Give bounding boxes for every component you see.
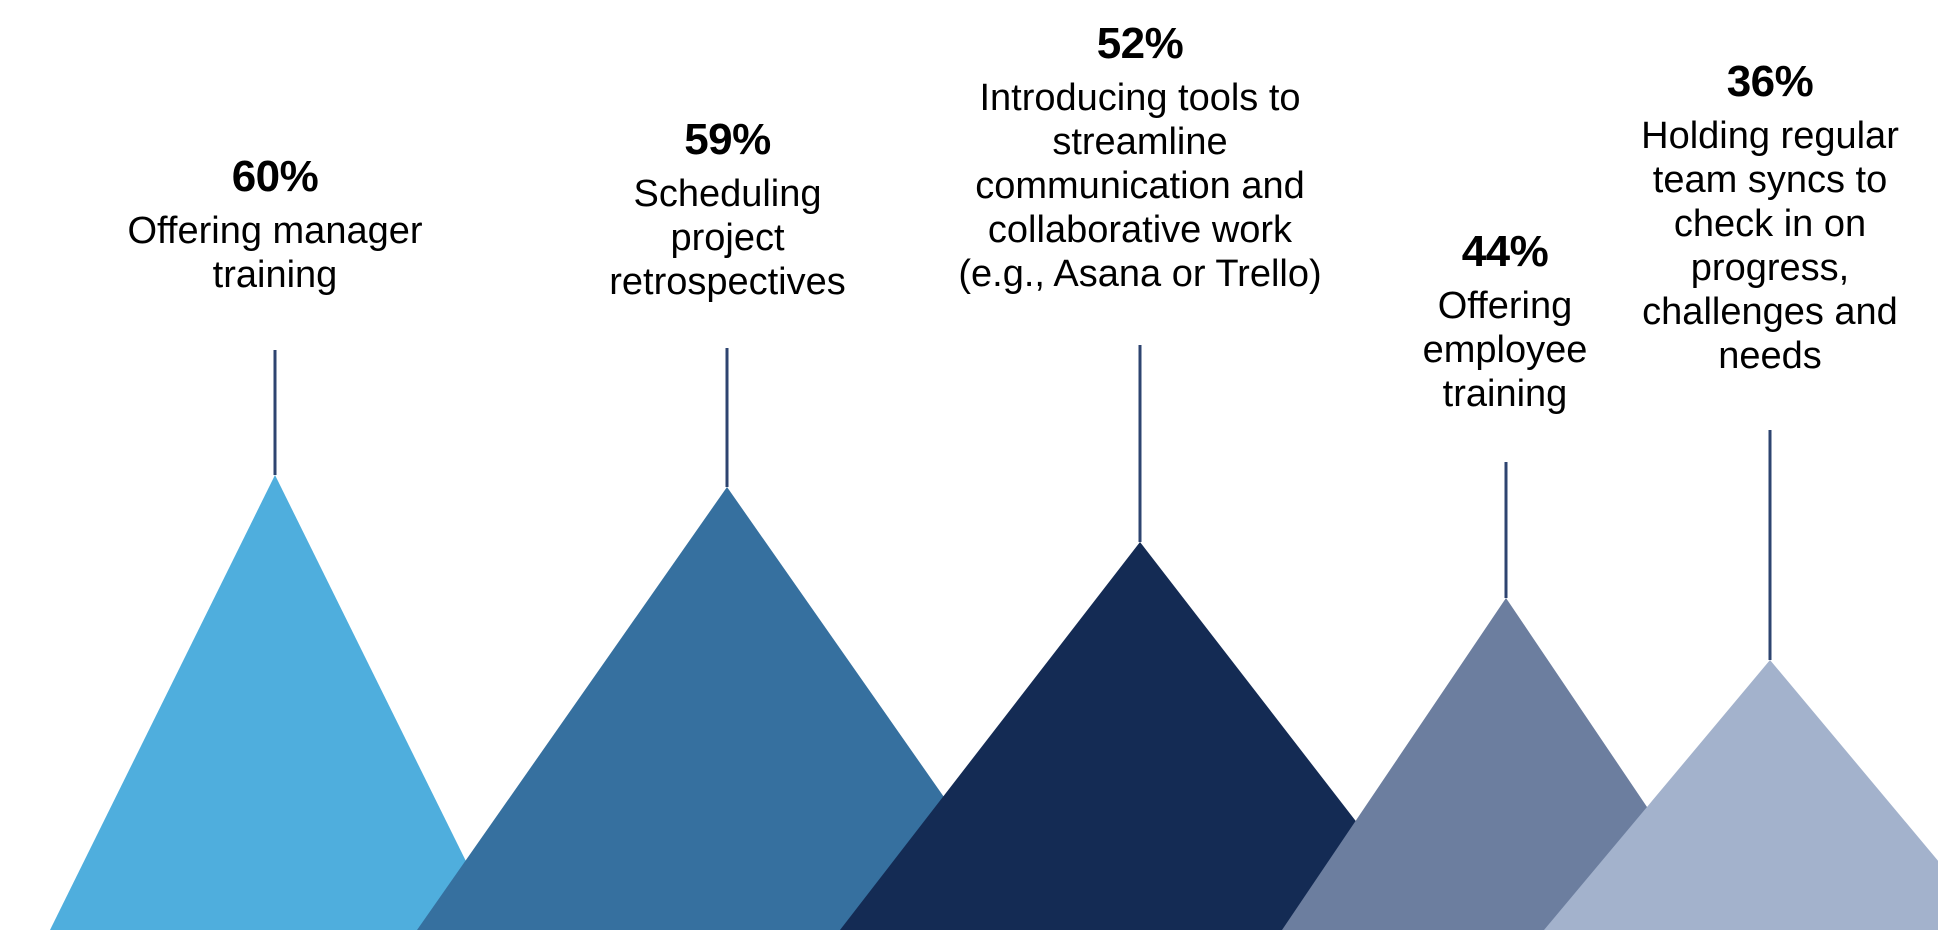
triangle-series bbox=[50, 475, 1938, 930]
stat-description-line: progress, bbox=[1690, 247, 1850, 290]
stat-label-4: 44% Offering employee training bbox=[1380, 230, 1630, 416]
stat-description-line: employee bbox=[1422, 329, 1588, 372]
stat-description-line: collaborative work bbox=[987, 209, 1293, 252]
stat-label-2: 59% Scheduling project retrospectives bbox=[585, 118, 870, 304]
triangle-stat-chart: 60% Offering manager training 59% Schedu… bbox=[0, 0, 1938, 930]
stat-description-line: Introducing tools to bbox=[979, 77, 1301, 119]
stat-description-2: Scheduling project retrospectives bbox=[585, 172, 870, 304]
stat-description-line: training bbox=[1442, 373, 1568, 416]
stat-description-1: Offering manager training bbox=[90, 209, 460, 297]
stat-description-line: Offering manager bbox=[127, 210, 423, 252]
stat-label-5: 36% Holding regular team syncs to check … bbox=[1620, 60, 1920, 378]
stat-description-line: check in on bbox=[1673, 203, 1867, 246]
stat-description-line: communication and bbox=[975, 165, 1305, 208]
stat-value-5: 36% bbox=[1726, 57, 1814, 106]
stat-description-line: project bbox=[670, 217, 785, 260]
triangle-1 bbox=[50, 475, 500, 930]
stat-description-line: Offering bbox=[1437, 285, 1573, 327]
stat-description-4: Offering employee training bbox=[1380, 284, 1630, 416]
stat-description-line: retrospectives bbox=[609, 261, 846, 304]
stat-value-2: 59% bbox=[684, 115, 771, 164]
stat-description-line: streamline bbox=[1052, 121, 1228, 164]
stat-description-line: Holding regular bbox=[1641, 115, 1899, 157]
stat-label-1: 60% Offering manager training bbox=[90, 155, 460, 297]
stat-description-line: training bbox=[212, 254, 338, 297]
stat-description-line: (e.g., Asana or Trello) bbox=[958, 253, 1322, 296]
stat-value-1: 60% bbox=[231, 152, 319, 201]
stat-description-line: challenges and bbox=[1642, 291, 1898, 334]
stat-description-line: Scheduling bbox=[633, 173, 822, 215]
stat-label-3: 52% Introducing tools to streamline comm… bbox=[900, 22, 1380, 296]
stat-description-line: needs bbox=[1718, 335, 1822, 378]
stat-description-line: team syncs to bbox=[1652, 159, 1888, 202]
stat-value-3: 52% bbox=[1096, 19, 1184, 68]
stat-description-3: Introducing tools to streamline communic… bbox=[900, 76, 1380, 296]
stat-description-5: Holding regular team syncs to check in o… bbox=[1620, 114, 1920, 378]
stat-value-4: 44% bbox=[1461, 227, 1549, 276]
